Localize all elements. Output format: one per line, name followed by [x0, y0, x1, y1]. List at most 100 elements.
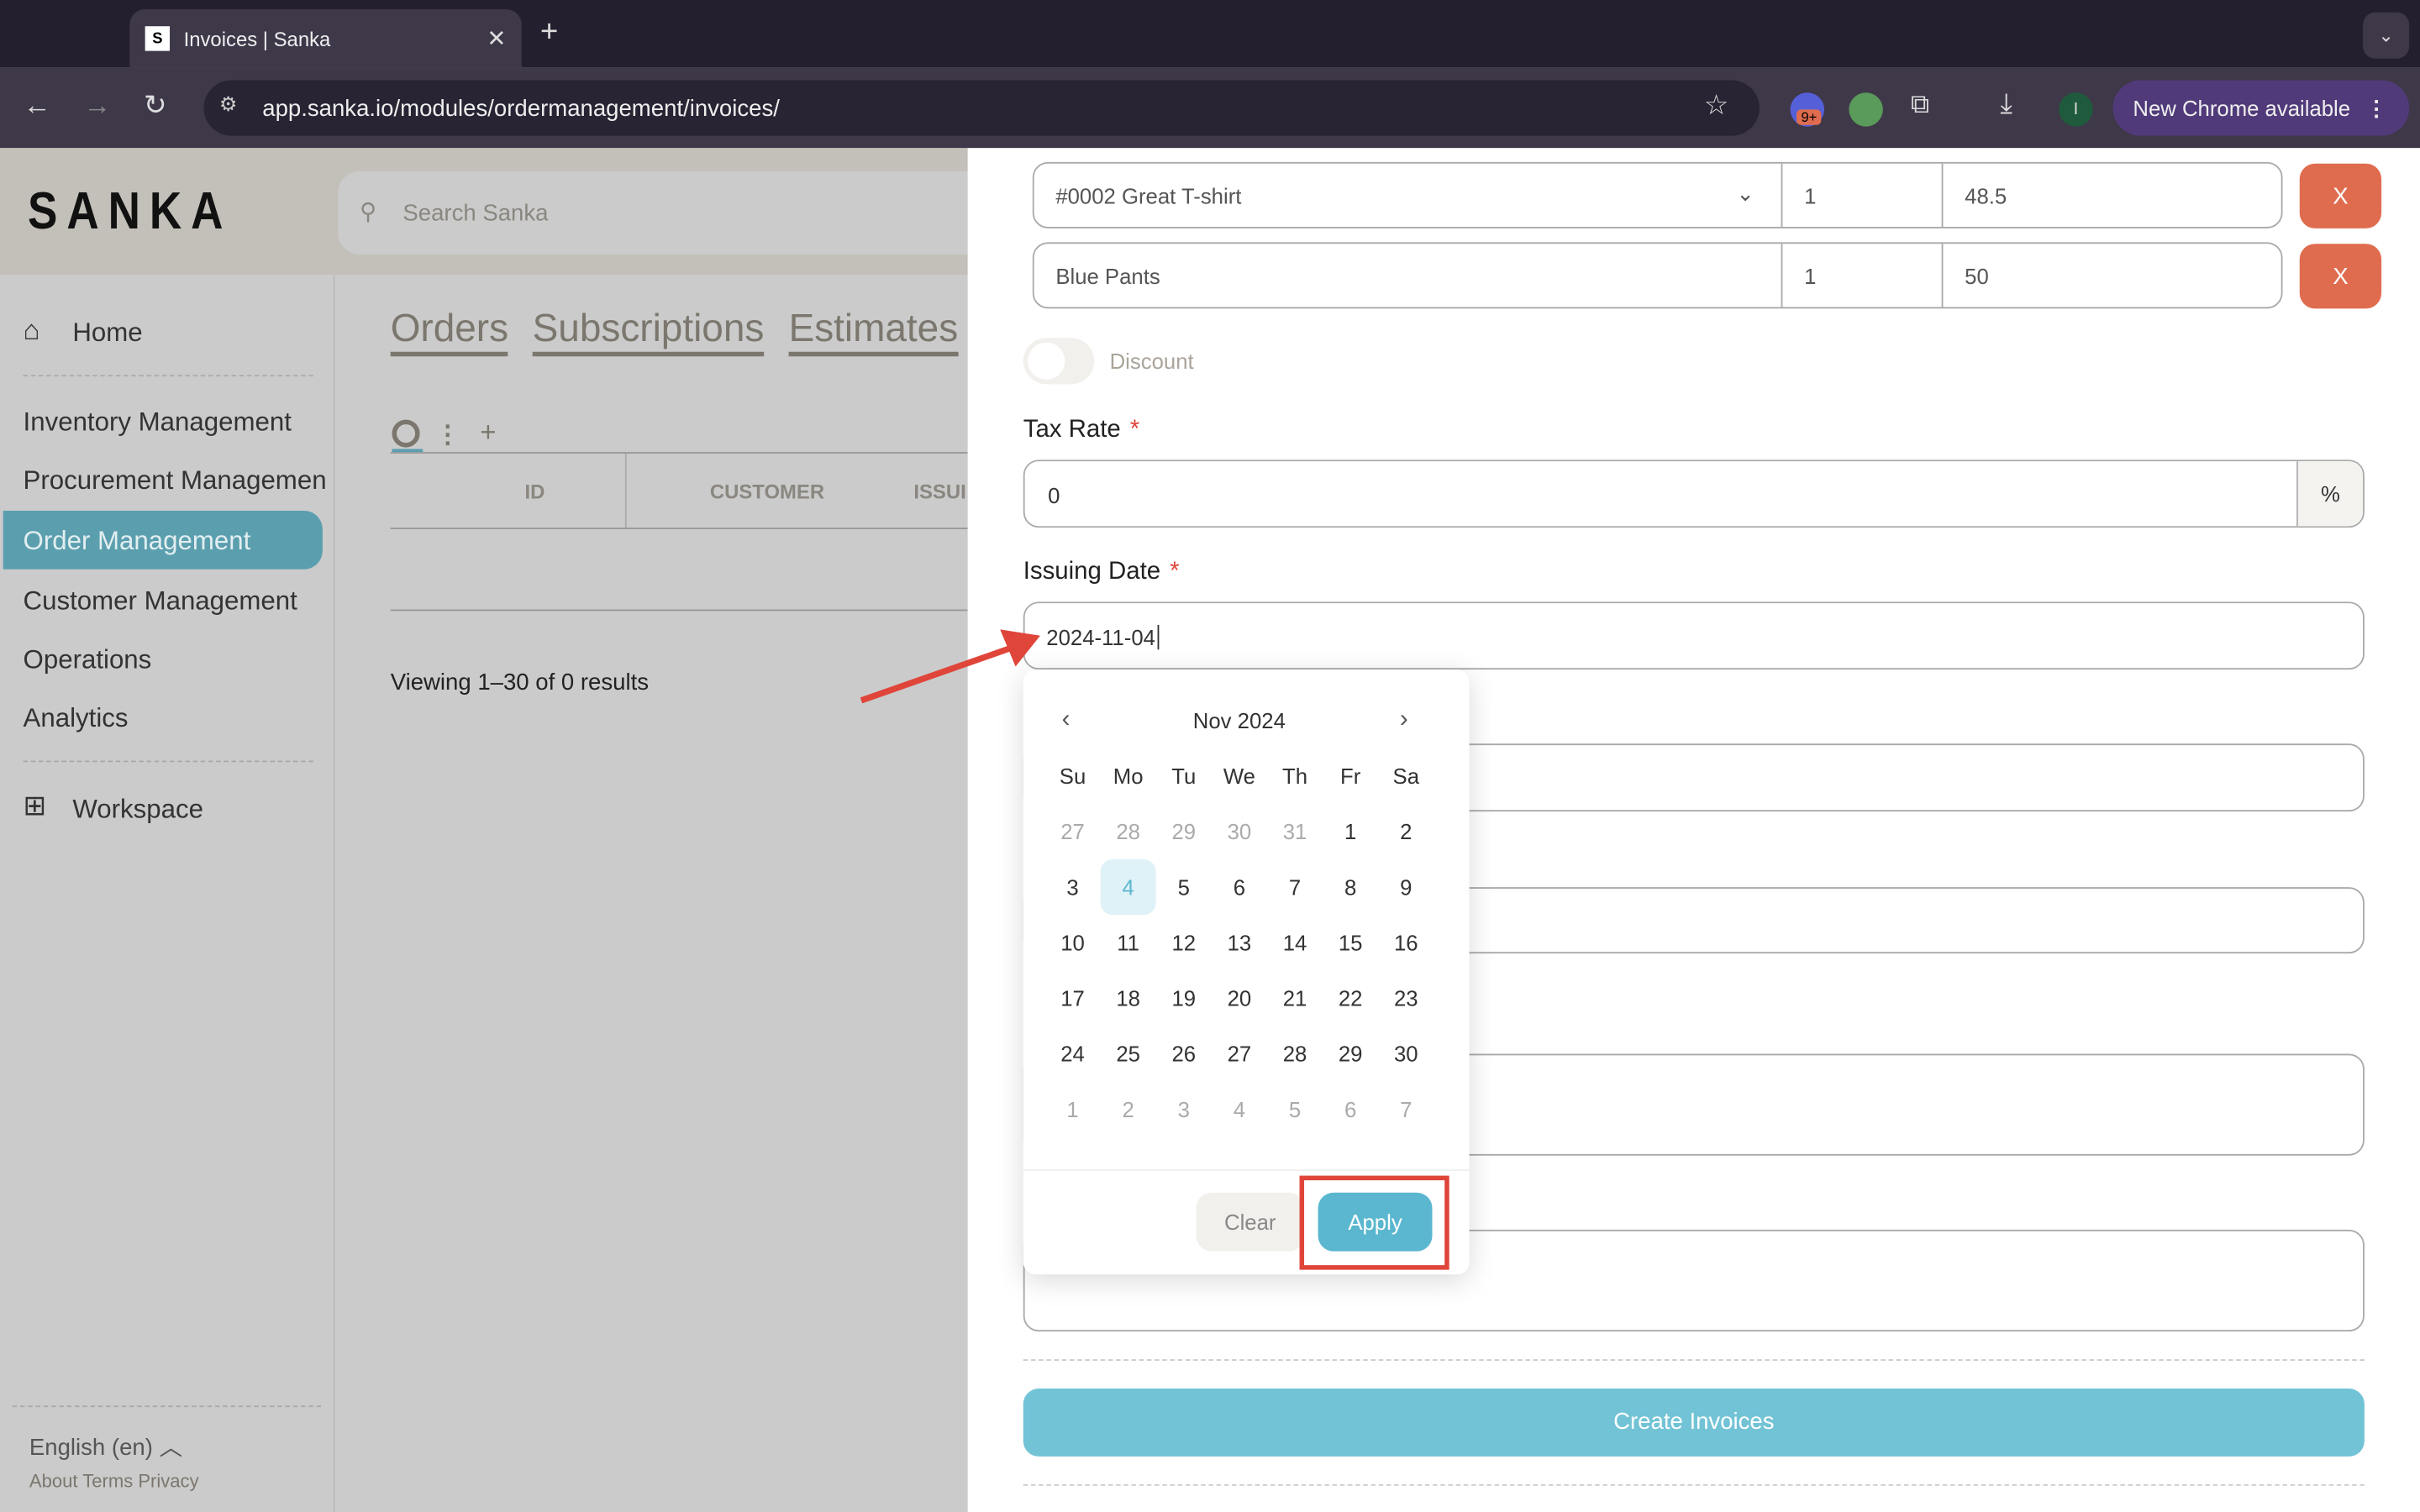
- calendar-day[interactable]: 21: [1267, 970, 1323, 1026]
- browser-tab[interactable]: S Invoices | Sanka ✕: [129, 9, 522, 68]
- calendar-day[interactable]: 25: [1101, 1026, 1156, 1081]
- calendar-day[interactable]: 7: [1267, 859, 1323, 915]
- view-circle-icon[interactable]: [392, 419, 420, 448]
- search-placeholder: Search Sanka: [402, 199, 549, 227]
- clear-button[interactable]: Clear: [1196, 1192, 1305, 1252]
- column-header-id[interactable]: ID: [524, 480, 544, 503]
- chevron-down-icon[interactable]: ⌄: [1736, 181, 1754, 207]
- bookmark-star-icon[interactable]: ☆: [1704, 90, 1729, 123]
- calendar-day[interactable]: 23: [1378, 970, 1434, 1026]
- new-chrome-available-button[interactable]: New Chrome available ⋮: [2112, 80, 2410, 136]
- sidebar-item-inventory[interactable]: Inventory Management: [24, 407, 292, 438]
- chevron-up-icon: ︿: [159, 1435, 183, 1462]
- calendar-day[interactable]: 11: [1101, 915, 1156, 970]
- calendar-day[interactable]: 24: [1044, 1026, 1100, 1081]
- calendar-day[interactable]: 27: [1212, 1026, 1267, 1081]
- calendar-day[interactable]: 27: [1044, 804, 1100, 859]
- calendar-day[interactable]: 6: [1323, 1082, 1378, 1137]
- calendar-day[interactable]: 18: [1101, 970, 1156, 1026]
- language-selector[interactable]: English (en) ︿: [29, 1431, 182, 1463]
- sidebar-item-procurement[interactable]: Procurement Managemen: [24, 466, 327, 497]
- calendar-day[interactable]: 29: [1156, 804, 1212, 859]
- footer-links[interactable]: About Terms Privacy: [29, 1470, 199, 1492]
- calendar-day[interactable]: 28: [1267, 1026, 1323, 1081]
- divider: [1023, 1483, 2365, 1486]
- remove-line-item-button[interactable]: X: [2299, 163, 2382, 228]
- price-input[interactable]: 48.5: [1965, 184, 2007, 208]
- frog-extension-icon[interactable]: [1849, 92, 1883, 127]
- back-icon[interactable]: ←: [24, 90, 51, 123]
- calendar-day[interactable]: 7: [1378, 1082, 1434, 1137]
- calendar-day[interactable]: 17: [1044, 970, 1100, 1026]
- calendar-day[interactable]: 4: [1100, 859, 1156, 916]
- calendar-day[interactable]: 10: [1044, 915, 1100, 970]
- column-header-customer[interactable]: CUSTOMER: [710, 480, 824, 503]
- next-month-icon[interactable]: ›: [1400, 706, 1408, 734]
- discount-toggle[interactable]: [1023, 338, 1095, 385]
- tab-search-chevron-icon[interactable]: ⌄: [2363, 12, 2410, 59]
- calendar-day[interactable]: 3: [1156, 1082, 1212, 1137]
- calendar-day[interactable]: 14: [1267, 915, 1323, 970]
- column-header-issuing[interactable]: ISSUI: [913, 480, 965, 503]
- calendar-day[interactable]: 30: [1212, 804, 1267, 859]
- calendar-day[interactable]: 5: [1267, 1082, 1323, 1137]
- download-icon[interactable]: ⤓: [2000, 88, 2012, 121]
- new-tab-icon[interactable]: +: [540, 15, 558, 50]
- profile-avatar[interactable]: I: [2059, 92, 2093, 127]
- previous-month-icon[interactable]: ‹: [1062, 706, 1071, 734]
- home-icon: ⌂: [23, 314, 40, 346]
- calendar-day[interactable]: 1: [1323, 804, 1378, 859]
- calendar-day[interactable]: 13: [1212, 915, 1267, 970]
- calendar-day[interactable]: 28: [1101, 804, 1156, 859]
- tab-subscriptions[interactable]: Subscriptions: [532, 306, 765, 357]
- reload-icon[interactable]: ↻: [144, 90, 167, 123]
- issuing-date-input[interactable]: 2024-11-04: [1023, 601, 2365, 670]
- extensions-puzzle-icon[interactable]: ⧉: [1911, 90, 1929, 121]
- forward-icon[interactable]: →: [83, 90, 111, 123]
- quantity-input[interactable]: 1: [1804, 264, 1816, 288]
- sidebar-item-workspace[interactable]: Workspace: [72, 795, 203, 826]
- quantity-input[interactable]: 1: [1804, 184, 1816, 208]
- calendar-day[interactable]: 29: [1323, 1026, 1378, 1081]
- product-select[interactable]: #0002 Great T-shirt: [1055, 184, 1241, 208]
- remove-line-item-button[interactable]: X: [2299, 244, 2382, 309]
- sidebar-item-customer[interactable]: Customer Management: [24, 586, 297, 617]
- calendar-day[interactable]: 6: [1212, 859, 1267, 915]
- tax-rate-input[interactable]: 0 %: [1023, 459, 2365, 528]
- add-view-icon[interactable]: +: [480, 417, 496, 449]
- tab-orders[interactable]: Orders: [390, 306, 509, 357]
- calendar-day[interactable]: 19: [1156, 970, 1212, 1026]
- kebab-menu-icon[interactable]: ⋮: [2365, 95, 2387, 121]
- calendar-day[interactable]: 26: [1156, 1026, 1212, 1081]
- sidebar-item-operations[interactable]: Operations: [24, 645, 152, 676]
- calendar-day[interactable]: 31: [1267, 804, 1323, 859]
- calendar-day[interactable]: 2: [1378, 804, 1434, 859]
- close-tab-icon[interactable]: ✕: [487, 24, 506, 52]
- calendar-day[interactable]: 30: [1378, 1026, 1434, 1081]
- calendar-day[interactable]: 16: [1378, 915, 1434, 970]
- more-options-icon[interactable]: ⋮: [435, 420, 460, 451]
- sanka-logo[interactable]: SANKA: [28, 182, 232, 243]
- calendar-day[interactable]: 20: [1212, 970, 1267, 1026]
- calendar-day[interactable]: 5: [1156, 859, 1212, 915]
- calendar-day[interactable]: 22: [1323, 970, 1378, 1026]
- sidebar-item-analytics[interactable]: Analytics: [24, 704, 129, 735]
- product-input[interactable]: Blue Pants: [1055, 264, 1160, 288]
- price-input[interactable]: 50: [1965, 264, 1989, 288]
- site-settings-icon[interactable]: ⚙: [219, 92, 237, 117]
- create-invoices-button[interactable]: Create Invoices: [1023, 1389, 2365, 1457]
- calendar-day[interactable]: 9: [1378, 859, 1434, 915]
- tab-estimates[interactable]: Estimates: [788, 306, 959, 357]
- calendar-day[interactable]: 3: [1044, 859, 1100, 915]
- address-bar[interactable]: ⚙ app.sanka.io/modules/ordermanagement/i…: [203, 80, 1760, 136]
- calendar-day[interactable]: 8: [1323, 859, 1378, 915]
- calendar-day[interactable]: 1: [1044, 1082, 1100, 1137]
- calendar-day[interactable]: 2: [1101, 1082, 1156, 1137]
- sidebar-item-home[interactable]: Home: [72, 318, 142, 349]
- calendar-day[interactable]: 15: [1323, 915, 1378, 970]
- sidebar-item-order-management[interactable]: Order Management: [24, 526, 251, 557]
- calendar-day[interactable]: 4: [1212, 1082, 1267, 1137]
- calendar-month-title[interactable]: Nov 2024: [1193, 708, 1286, 732]
- search-input[interactable]: ⚲ Search Sanka: [338, 171, 986, 255]
- calendar-day[interactable]: 12: [1156, 915, 1212, 970]
